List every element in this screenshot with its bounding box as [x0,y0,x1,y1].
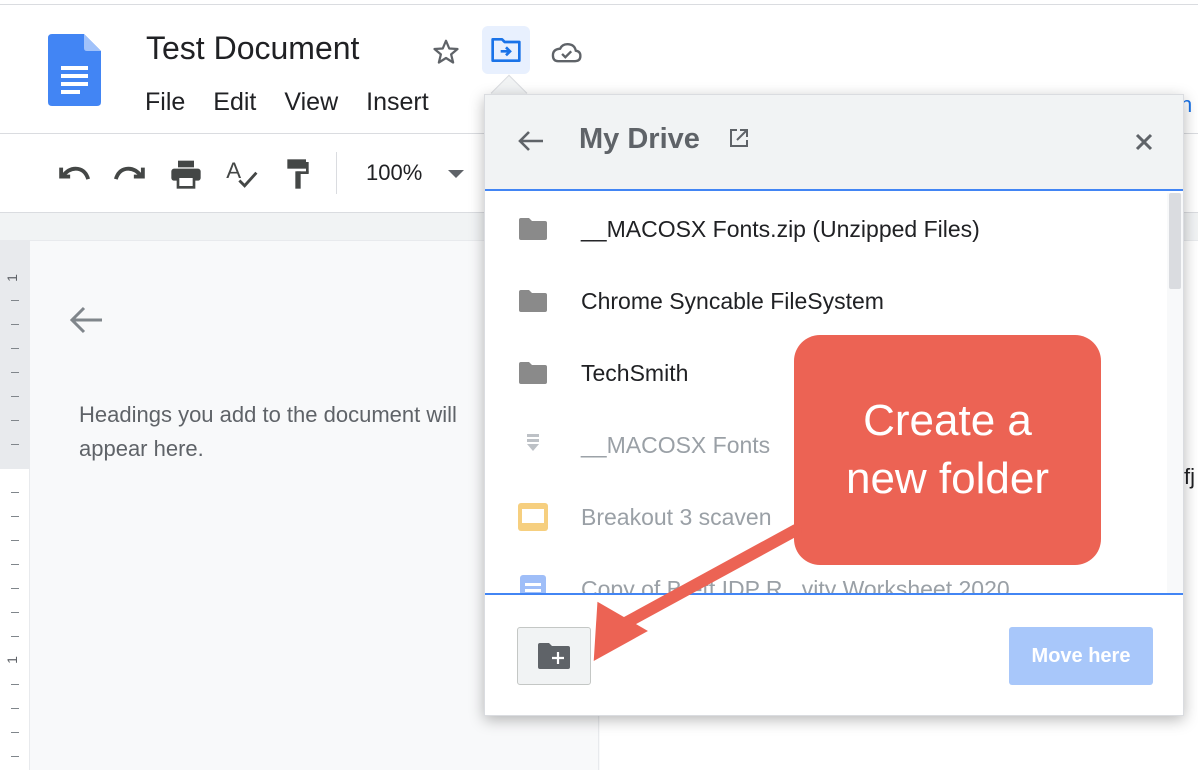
list-item-label: TechSmith [581,359,689,386]
folder-icon [515,355,551,391]
arrow-back-icon[interactable] [515,125,547,157]
menu-file[interactable]: File [145,88,185,117]
ruler-tick [11,588,19,589]
document-title[interactable]: Test Document [146,30,359,67]
list-item-label: __MACOSX Fonts [581,431,771,458]
ruler-mark: 1 [3,656,20,664]
open-in-new-icon[interactable] [728,127,750,149]
slides-file-icon [515,499,551,535]
ruler-tick [11,516,19,517]
undo-icon[interactable] [54,154,94,194]
menu-view[interactable]: View [284,88,338,117]
ruler-tick [11,636,19,637]
toolbar-separator [336,152,337,194]
ruler-tick [11,732,19,733]
chevron-down-icon[interactable] [448,170,464,178]
ruler-tick [11,756,19,757]
zip-file-icon [515,427,551,463]
folder-icon [515,283,551,319]
page-text-fragment: fj [1184,464,1195,489]
list-item[interactable]: Chrome Syncable FileSystem [485,265,1165,337]
folder-icon [515,211,551,247]
close-icon[interactable] [1129,127,1159,157]
outline-empty-message: Headings you add to the document will ap… [79,402,457,461]
ruler-tick [11,492,19,493]
dialog-title: My Drive [579,123,700,155]
list-item[interactable]: __MACOSX Fonts.zip (Unzipped Files) [485,193,1165,265]
dialog-header: My Drive [485,95,1183,191]
ruler-mark: 1 [3,274,20,282]
ruler-tick [11,612,19,613]
ruler-tick [11,684,19,685]
top-border [0,4,1198,5]
ruler-tick [11,348,19,349]
ruler-tick [11,396,19,397]
svg-text:A: A [226,158,241,183]
google-docs-window: Test Document File Edit View Insert Tool… [0,0,1198,770]
ruler-tick [11,372,19,373]
cloud-status-icon[interactable] [548,34,584,70]
ruler-tick [11,708,19,709]
ruler-tick [11,324,19,325]
move-to-folder-icon[interactable] [482,26,530,74]
list-item-label: Chrome Syncable FileSystem [581,287,884,314]
menu-insert[interactable]: Insert [366,88,429,117]
annotation-text: Create a new folder [845,396,1049,503]
annotation-arrow-icon [593,524,802,662]
redo-icon[interactable] [110,154,150,194]
ruler-tick [11,540,19,541]
menu-edit[interactable]: Edit [213,88,256,117]
ruler-tick [11,420,19,421]
ruler-tick [11,444,19,445]
menu-bar: File Edit View Insert [145,88,457,117]
move-here-button[interactable]: Move here [1009,627,1153,685]
google-docs-logo-icon[interactable] [48,34,101,106]
star-icon[interactable] [428,34,464,70]
ruler-tick [11,564,19,565]
paint-format-icon[interactable] [278,154,318,194]
spellcheck-icon[interactable]: A [222,154,262,194]
print-icon[interactable] [166,154,206,194]
arrow-back-icon[interactable] [66,302,106,338]
ruler-tick [11,300,19,301]
list-item-label: __MACOSX Fonts.zip (Unzipped Files) [581,215,980,242]
annotation-callout: Create a new folder [794,335,1101,565]
docs-file-icon [515,571,551,593]
zoom-select[interactable]: 100% [366,160,422,186]
scrollbar-thumb[interactable] [1169,193,1181,289]
